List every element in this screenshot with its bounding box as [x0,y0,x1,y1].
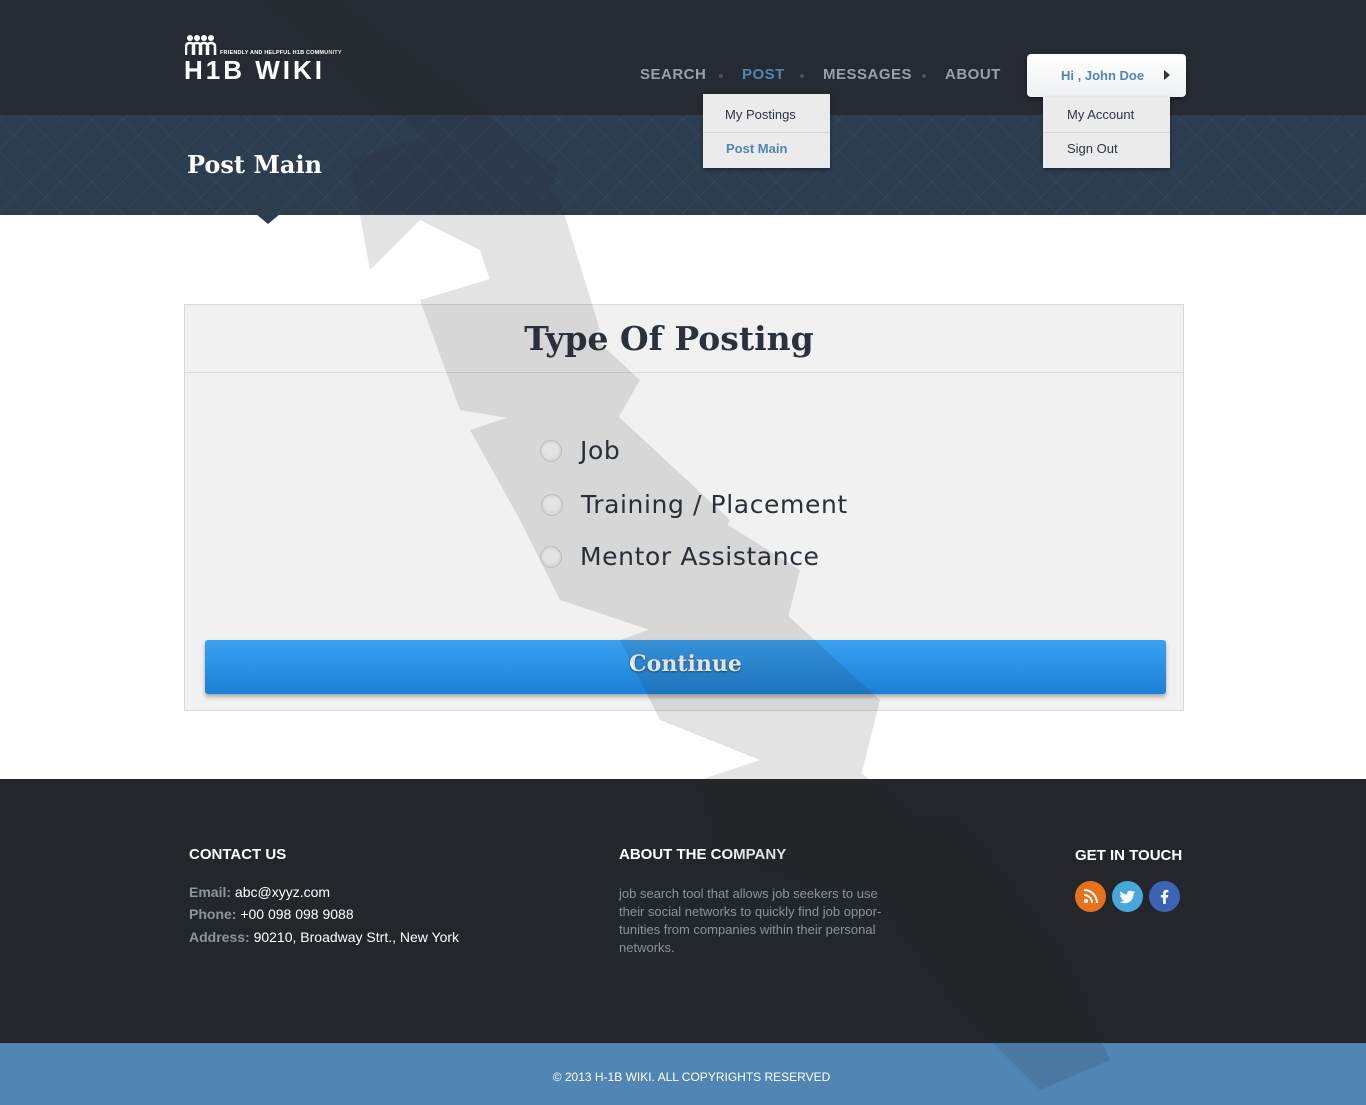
nav-separator [719,74,723,78]
logo-wordmark: H1B WIKI [184,55,325,85]
community-people-icon [185,35,217,55]
rss-icon[interactable] [1075,881,1106,912]
radio-button[interactable] [540,546,562,568]
site-logo[interactable]: FRIENDLY AND HELPFUL H1B COMMUNITY H1B W… [184,34,365,85]
banner-pointer [256,214,280,224]
about-description: job search tool that allows job seekers … [619,885,919,957]
nav-messages[interactable]: MESSAGES [823,66,912,86]
user-menu-button[interactable]: Hi , John Doe [1027,54,1186,97]
nav-separator [922,74,926,78]
caret-right-icon [1164,70,1170,80]
nav-separator [800,74,804,78]
email-value[interactable]: abc@xyyz.com [235,884,330,900]
contact-heading: CONTACT US [189,846,287,863]
radio-button[interactable] [540,440,562,462]
contact-phone: Phone: +00 098 098 9088 [189,906,354,922]
about-line: their social networks to quickly find jo… [619,904,882,919]
menu-item-sign-out[interactable]: Sign Out [1043,132,1170,166]
user-greeting: Hi , John Doe [1061,68,1145,83]
radio-button[interactable] [541,494,563,516]
facebook-icon[interactable] [1149,881,1180,912]
panel-title: Type Of Posting [524,319,814,358]
menu-item-post-main[interactable]: Post Main [703,132,830,166]
contact-email: Email: abc@xyyz.com [189,884,330,900]
about-line: tunities from companies within their per… [619,922,876,937]
about-line: job search tool that allows job seekers … [619,886,878,901]
copyright-text: © 2013 H-1B WIKI. ALL COPYRIGHTS RESERVE… [552,1070,831,1084]
nav-search[interactable]: SEARCH [640,66,706,86]
about-heading: ABOUT THE COMPANY [619,846,787,863]
phone-label: Phone: [189,906,237,922]
page-title: Post Main [187,150,323,179]
email-label: Email: [189,884,232,900]
panel-header: Type Of Posting [185,305,1183,373]
menu-item-my-account[interactable]: My Account [1043,98,1170,132]
posting-type-panel: Type Of Posting Job Training / Placement… [184,304,1184,711]
address-label: Address: [189,929,250,945]
address-value: 90210, Broadway Strt., New York [253,929,460,945]
continue-label: Continue [629,651,742,677]
continue-button[interactable]: Continue [205,640,1166,694]
about-line: networks. [619,940,675,955]
phone-value: +00 098 098 9088 [240,906,354,922]
user-dropdown-menu: My Account Sign Out [1043,97,1170,168]
nav-about[interactable]: ABOUT [945,66,1001,86]
option-label: Training / Placement [581,490,848,519]
get-in-touch-heading: GET IN TOUCH [1075,847,1183,864]
option-label: Mentor Assistance [580,542,820,571]
post-dropdown-menu: My Postings Post Main [703,94,830,168]
option-label: Job [580,436,621,465]
copyright-bar: © 2013 H-1B WIKI. ALL COPYRIGHTS RESERVE… [0,1043,1366,1105]
menu-item-my-postings[interactable]: My Postings [703,98,830,132]
twitter-icon[interactable] [1112,881,1143,912]
contact-address: Address: 90210, Broadway Strt., New York [189,929,459,945]
nav-post[interactable]: POST [742,66,785,86]
